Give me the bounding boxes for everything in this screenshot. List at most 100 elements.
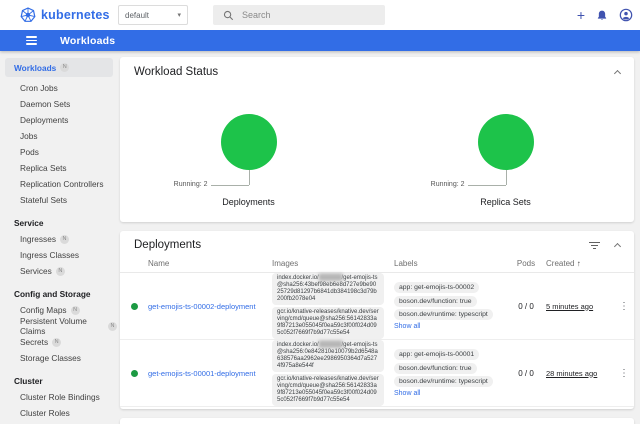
- user-account-icon[interactable]: [619, 8, 633, 22]
- pie-callout-label: Running: 2: [431, 181, 465, 188]
- column-header-images[interactable]: Images: [272, 259, 394, 268]
- image-chip: gcr.io/knative-releases/knative.dev/serv…: [272, 374, 384, 406]
- namespaced-badge: N: [56, 267, 65, 276]
- table-row: get-emojis-ts-00002-deployment index.doc…: [120, 273, 634, 340]
- sidebar: Workloads N Cron Jobs Daemon Sets Deploy…: [0, 51, 117, 424]
- sidebar-item-replication-controllers[interactable]: Replication Controllers: [0, 176, 117, 192]
- notifications-bell-icon[interactable]: [596, 9, 608, 22]
- sidebar-item-label: Replication Controllers: [20, 179, 103, 189]
- label-chip: app: get-emojis-ts-00002: [394, 282, 479, 293]
- pie-slice-running: [221, 114, 277, 170]
- column-header-labels[interactable]: Labels: [394, 259, 506, 268]
- deployments-header: Deployments: [120, 231, 634, 255]
- pie-callout-label: Running: 2: [174, 181, 208, 188]
- sidebar-item-ingress-classes[interactable]: Ingress Classes: [0, 247, 117, 263]
- label-chip: boson.dev/function: true: [394, 296, 477, 307]
- sidebar-item-label: Stateful Sets: [20, 195, 67, 205]
- deployment-name-link[interactable]: get-emojis-ts-00002-deployment: [148, 302, 272, 311]
- main-content: Workload Status Running: 2 Deployments R…: [117, 51, 640, 424]
- sidebar-item-jobs[interactable]: Jobs: [0, 128, 117, 144]
- sidebar-item-label: Persistent Volume Claims: [20, 316, 104, 336]
- table-header-row: Name Images Labels Pods Created ↑: [120, 255, 634, 273]
- sidebar-item-cluster-role-bindings[interactable]: Cluster Role Bindings: [0, 389, 117, 405]
- chevron-down-icon: ▾: [177, 11, 181, 19]
- created-timestamp-link[interactable]: 28 minutes ago: [546, 369, 614, 378]
- column-header-label: Created: [546, 259, 574, 268]
- top-bar: kubernetes default ▾ +: [0, 0, 640, 30]
- callout-line: [506, 170, 507, 185]
- images-cell: index.docker.io/███████/get-emojis-ts@sh…: [272, 340, 394, 406]
- callout-line: [211, 185, 249, 186]
- label-chip: boson.dev/function: true: [394, 363, 477, 374]
- redacted-text: ███████: [319, 342, 342, 348]
- label-chip: boson.dev/runtime: typescript: [394, 309, 493, 320]
- sidebar-item-label: Pods: [20, 147, 39, 157]
- card-title: Workload Status: [134, 66, 218, 78]
- sidebar-item-workloads[interactable]: Workloads N: [5, 58, 113, 77]
- deployment-name-link[interactable]: get-emojis-ts-00001-deployment: [148, 369, 272, 378]
- pods-count: 0 / 0: [506, 302, 546, 311]
- sidebar-item-label: Deployments: [20, 115, 68, 125]
- column-header-pods[interactable]: Pods: [506, 259, 546, 268]
- column-header-name[interactable]: Name: [148, 259, 272, 268]
- sidebar-item-label: Jobs: [20, 131, 38, 141]
- sidebar-item-persistent-volume-claims[interactable]: Persistent Volume Claims N: [0, 318, 117, 334]
- sidebar-item-cron-jobs[interactable]: Cron Jobs: [0, 80, 117, 96]
- sidebar-item-label: Ingress Classes: [20, 250, 79, 260]
- namespaced-badge: N: [52, 338, 61, 347]
- namespaced-badge: N: [60, 235, 69, 244]
- labels-cell: app: get-emojis-ts-00002 boson.dev/funct…: [394, 282, 506, 330]
- sidebar-item-ingresses[interactable]: Ingresses N: [0, 231, 117, 247]
- sidebar-item-label: Workloads: [14, 63, 56, 73]
- sidebar-item-services[interactable]: Services N: [0, 263, 117, 279]
- sidebar-item-secrets[interactable]: Secrets N: [0, 334, 117, 350]
- next-card-partial: [120, 418, 634, 424]
- callout-line: [249, 170, 250, 185]
- sidebar-item-label: Cluster Roles: [20, 408, 70, 418]
- column-header-created[interactable]: Created ↑: [546, 259, 614, 268]
- deployments-card: Deployments Name Images Labels Pods Crea…: [120, 231, 634, 409]
- hamburger-menu-icon[interactable]: [26, 36, 37, 45]
- sidebar-item-storage-classes[interactable]: Storage Classes: [0, 350, 117, 366]
- status-running-icon: [131, 370, 138, 377]
- kubernetes-logo[interactable]: kubernetes: [20, 0, 110, 30]
- search-box[interactable]: [213, 5, 385, 25]
- pods-count: 0 / 0: [506, 369, 546, 378]
- namespace-selector[interactable]: default ▾: [118, 5, 188, 25]
- show-all-link[interactable]: Show all: [394, 390, 420, 397]
- collapse-card-icon[interactable]: [614, 243, 621, 250]
- app-bar: Workloads: [0, 30, 640, 51]
- sidebar-section-cluster[interactable]: Cluster: [0, 373, 117, 389]
- sidebar-section-config-and-storage[interactable]: Config and Storage: [0, 286, 117, 302]
- search-input[interactable]: [242, 10, 362, 20]
- sidebar-section-service[interactable]: Service: [0, 215, 117, 231]
- image-text: index.docker.io/: [277, 342, 319, 348]
- sidebar-item-label: Replica Sets: [20, 163, 67, 173]
- workload-status-card: Workload Status Running: 2 Deployments R…: [120, 57, 634, 222]
- namespaced-badge: N: [108, 322, 117, 331]
- sidebar-item-deployments[interactable]: Deployments: [0, 112, 117, 128]
- chart-title: Deployments: [120, 197, 377, 207]
- search-icon: [223, 10, 234, 21]
- row-menu-kebab-icon[interactable]: ⋮: [614, 368, 634, 379]
- sidebar-item-replica-sets[interactable]: Replica Sets: [0, 160, 117, 176]
- create-resource-button[interactable]: +: [577, 8, 585, 22]
- topbar-actions: +: [577, 0, 633, 30]
- row-menu-kebab-icon[interactable]: ⋮: [614, 301, 634, 312]
- sidebar-item-daemon-sets[interactable]: Daemon Sets: [0, 96, 117, 112]
- label-chip: boson.dev/runtime: typescript: [394, 376, 493, 387]
- sidebar-item-pods[interactable]: Pods: [0, 144, 117, 160]
- show-all-link[interactable]: Show all: [394, 323, 420, 330]
- created-timestamp-link[interactable]: 5 minutes ago: [546, 302, 614, 311]
- image-chip: index.docker.io/███████/get-emojis-ts@sh…: [272, 273, 384, 305]
- sidebar-item-label: Cron Jobs: [20, 83, 58, 93]
- sidebar-item-cluster-roles[interactable]: Cluster Roles: [0, 405, 117, 421]
- filter-icon[interactable]: [589, 242, 600, 250]
- image-chip: index.docker.io/███████/get-emojis-ts@sh…: [272, 340, 384, 372]
- sidebar-item-label: Secrets: [20, 337, 48, 347]
- logo-text: kubernetes: [41, 8, 110, 22]
- collapse-card-icon[interactable]: [614, 70, 621, 77]
- page-title: Workloads: [60, 35, 115, 47]
- images-cell: index.docker.io/███████/get-emojis-ts@sh…: [272, 273, 394, 339]
- sidebar-item-stateful-sets[interactable]: Stateful Sets: [0, 192, 117, 208]
